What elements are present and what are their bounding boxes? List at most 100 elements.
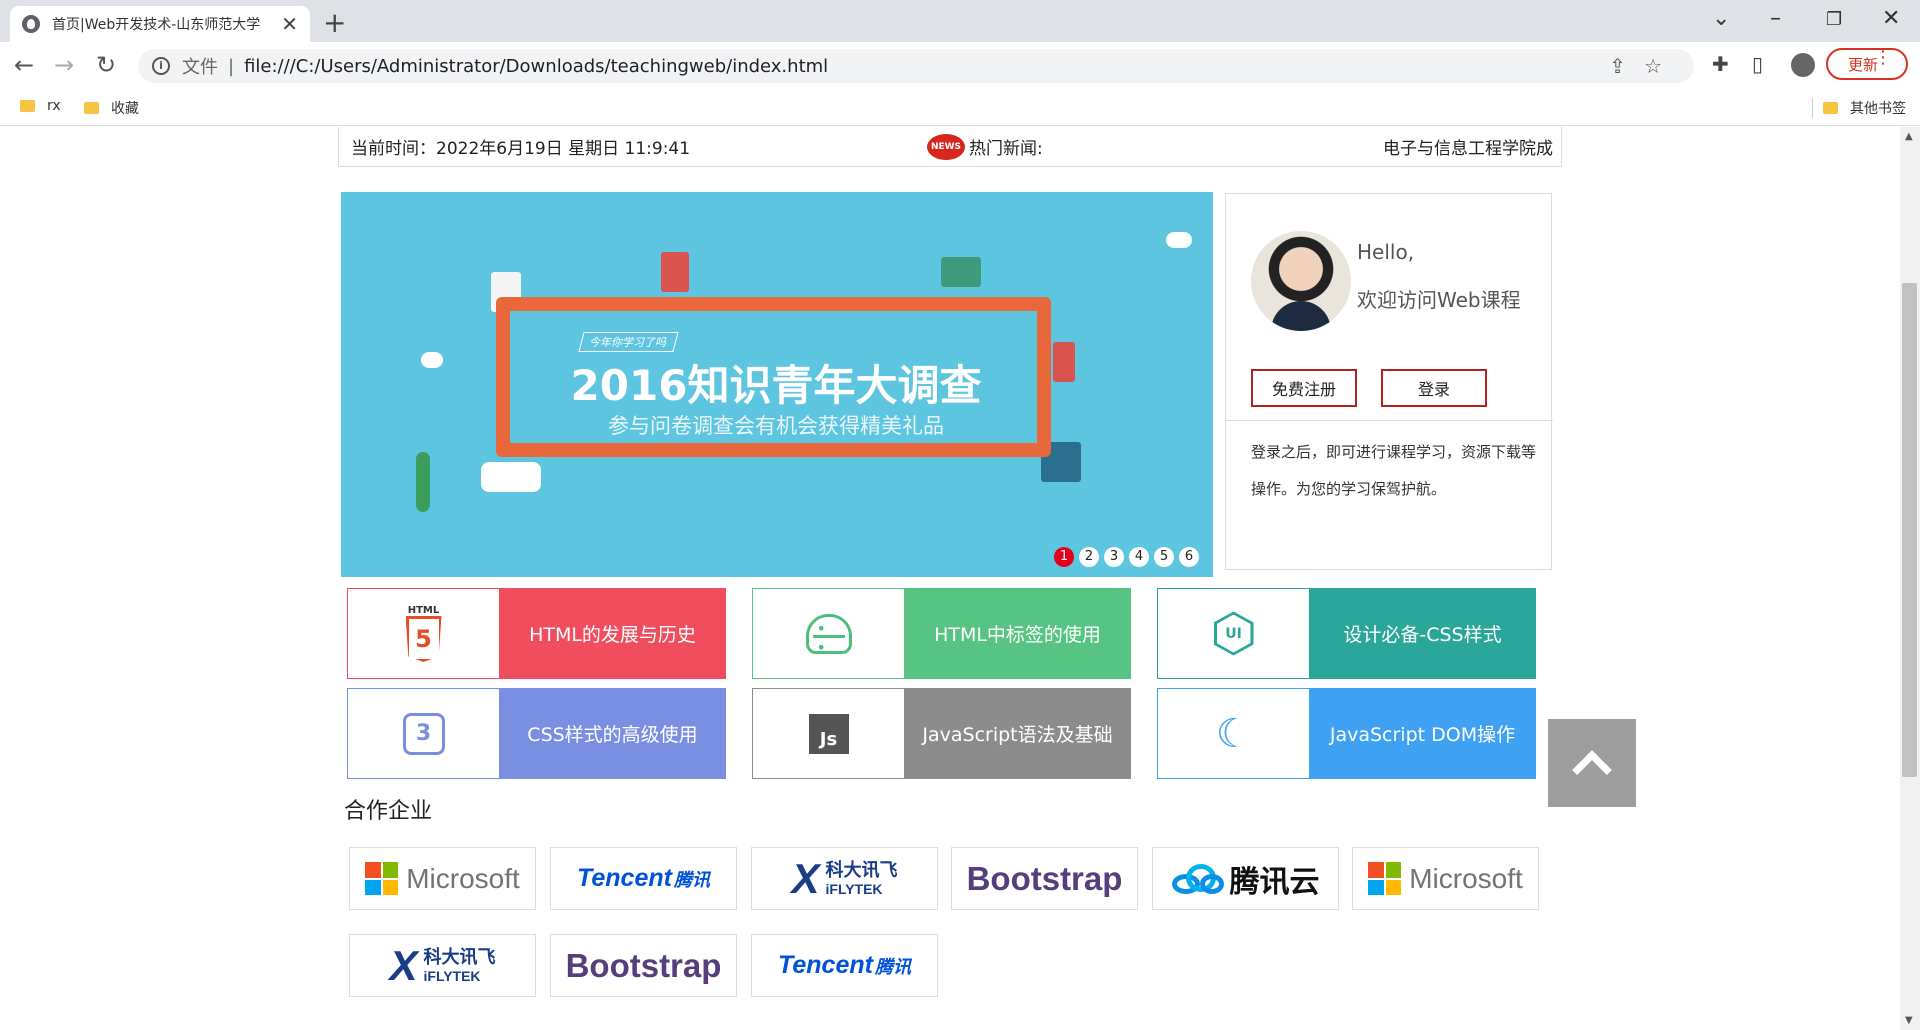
banner-carousel[interactable]: 今年你学习了吗 2016知识青年大调查 参与问卷调查会有机会获得精美礼品 1 2… bbox=[341, 192, 1213, 577]
update-button[interactable]: 更新 ⋮ bbox=[1826, 47, 1908, 80]
carousel-dot-6[interactable]: 6 bbox=[1179, 547, 1199, 567]
carousel-dot-5[interactable]: 5 bbox=[1154, 547, 1174, 567]
user-avatar bbox=[1251, 231, 1351, 331]
tree-icon bbox=[416, 452, 430, 512]
partner-logo-bootstrap-2[interactable]: Bootstrap bbox=[550, 934, 737, 997]
partner-name: Bootstrap bbox=[966, 859, 1123, 897]
iflytek-logo-icon: X bbox=[791, 854, 820, 902]
restore-icon[interactable]: ❐ bbox=[1826, 9, 1842, 30]
side-panel-icon[interactable]: ▯ bbox=[1752, 52, 1763, 76]
bookmark-label: 收藏 bbox=[111, 101, 139, 117]
partner-logo-bootstrap[interactable]: Bootstrap bbox=[951, 847, 1138, 910]
partner-name: 腾讯云 bbox=[1229, 864, 1320, 900]
partner-logo-iflytek[interactable]: X 科大讯飞 iFLYTEK bbox=[751, 847, 938, 910]
carousel-dot-1[interactable]: 1 bbox=[1054, 547, 1074, 567]
partner-name: Microsoft bbox=[1409, 862, 1523, 894]
browser-toolbar: ← → ↻ i 文件 | file:///C:/Users/Administra… bbox=[0, 42, 1920, 88]
course-label: CSS样式的高级使用 bbox=[499, 688, 726, 779]
partner-name: iFLYTEK bbox=[825, 880, 883, 897]
moon-icon: ☾ bbox=[1215, 710, 1252, 757]
info-icon[interactable]: i bbox=[152, 57, 170, 75]
bookmark-star-icon[interactable]: ☆ bbox=[1644, 54, 1680, 78]
top-info-bar: 当前时间：2022年6月19日 星期日 11:9:41 NEWS 热门新闻: 电… bbox=[338, 127, 1562, 167]
address-separator: | bbox=[228, 55, 235, 77]
cloud-icon bbox=[421, 352, 443, 368]
course-card-js-dom[interactable]: ☾ JavaScript DOM操作 bbox=[1157, 688, 1536, 779]
close-window-icon[interactable]: ✕ bbox=[1882, 6, 1900, 31]
course-label: JavaScript DOM操作 bbox=[1309, 688, 1536, 779]
globe-icon bbox=[22, 15, 40, 33]
bookmark-label: rx bbox=[47, 98, 61, 114]
browser-tab[interactable]: 首页|Web开发技术-山东师范大学 ✕ bbox=[10, 6, 310, 42]
html5-icon: 5 bbox=[405, 616, 442, 662]
carousel-pagination: 1 2 3 4 5 6 bbox=[1054, 547, 1199, 567]
tab-search-icon[interactable]: ⌄ bbox=[1712, 6, 1730, 31]
page-scrollbar[interactable]: ▲ ▼ bbox=[1900, 127, 1920, 1030]
profile-avatar-icon[interactable] bbox=[1791, 53, 1815, 77]
banner-tag: 今年你学习了吗 bbox=[578, 332, 679, 352]
hot-news: NEWS 热门新闻: bbox=[927, 133, 1043, 160]
course-icon-box: Js bbox=[752, 688, 904, 779]
partner-logo-iflytek-2[interactable]: X 科大讯飞 iFLYTEK bbox=[349, 934, 536, 997]
course-label: HTML中标签的使用 bbox=[904, 588, 1131, 679]
page-viewport: 当前时间：2022年6月19日 星期日 11:9:41 NEWS 热门新闻: 电… bbox=[0, 127, 1900, 1030]
forward-icon[interactable]: → bbox=[54, 51, 74, 79]
user-card: Hello, 欢迎访问Web课程 免费注册 登录 登录之后，即可进行课程学习，资… bbox=[1225, 193, 1553, 570]
course-card-js-basics[interactable]: Js JavaScript语法及基础 bbox=[752, 688, 1131, 779]
course-card-html-tags[interactable]: HTML中标签的使用 bbox=[752, 588, 1131, 679]
course-icon-box: UI bbox=[1157, 588, 1309, 679]
iflytek-logo-icon: X bbox=[389, 941, 418, 989]
reload-icon[interactable]: ↻ bbox=[96, 51, 116, 79]
hello-text: Hello, bbox=[1357, 240, 1415, 264]
bookmark-folder-rx[interactable]: rx bbox=[20, 98, 61, 114]
scrollbar-thumb[interactable] bbox=[1902, 283, 1917, 777]
back-to-top-button[interactable] bbox=[1548, 719, 1636, 807]
partner-logo-tencent[interactable]: Tencent 腾讯 bbox=[550, 847, 737, 910]
open-book-icon bbox=[481, 462, 541, 492]
chevron-up-icon bbox=[1572, 750, 1612, 790]
partner-logo-microsoft[interactable]: Microsoft bbox=[349, 847, 536, 910]
course-card-css-design[interactable]: UI 设计必备-CSS样式 bbox=[1157, 588, 1536, 679]
partner-name-cn: 科大讯飞 bbox=[423, 946, 496, 968]
other-bookmarks[interactable]: 其他书签 bbox=[1812, 98, 1906, 118]
close-tab-icon[interactable]: ✕ bbox=[281, 12, 298, 36]
card-divider bbox=[1226, 420, 1553, 421]
course-card-html-history[interactable]: HTML 5 HTML的发展与历史 bbox=[347, 588, 726, 679]
folder-icon bbox=[84, 102, 99, 114]
news-ticker-text[interactable]: 电子与信息工程学院成 bbox=[1383, 134, 1553, 159]
scroll-down-icon[interactable]: ▼ bbox=[1905, 1015, 1913, 1026]
partner-name: iFLYTEK bbox=[423, 967, 481, 984]
carousel-dot-4[interactable]: 4 bbox=[1129, 547, 1149, 567]
bookmarks-bar: rx 收藏 其他书签 bbox=[0, 88, 1920, 126]
carousel-dot-2[interactable]: 2 bbox=[1079, 547, 1099, 567]
carousel-dot-3[interactable]: 3 bbox=[1104, 547, 1124, 567]
scroll-up-icon[interactable]: ▲ bbox=[1905, 131, 1913, 142]
course-label: HTML的发展与历史 bbox=[499, 588, 726, 679]
address-bar[interactable]: i 文件 | file:///C:/Users/Administrator/Do… bbox=[138, 49, 1694, 83]
tencent-cloud-logo-icon bbox=[1171, 863, 1224, 894]
ui-hexagon-icon: UI bbox=[1213, 611, 1254, 656]
extensions-icon[interactable]: ✚ bbox=[1712, 52, 1729, 76]
login-button[interactable]: 登录 bbox=[1381, 369, 1487, 407]
login-description: 登录之后，即可进行课程学习，资源下载等操作。为您的学习保驾护航。 bbox=[1251, 443, 1537, 498]
address-prefix: 文件 bbox=[182, 57, 218, 78]
tab-title: 首页|Web开发技术-山东师范大学 bbox=[52, 17, 261, 33]
bookmark-folder-favorites[interactable]: 收藏 bbox=[84, 98, 139, 118]
course-label: JavaScript语法及基础 bbox=[904, 688, 1131, 779]
menu-dots-icon[interactable]: ⋮ bbox=[1874, 47, 1892, 68]
css3-icon: 3 bbox=[402, 712, 445, 755]
new-tab-icon[interactable]: + bbox=[323, 6, 346, 39]
register-button[interactable]: 免费注册 bbox=[1251, 369, 1357, 407]
partner-logo-tencent-cloud[interactable]: 腾讯云 bbox=[1152, 847, 1339, 910]
current-time: 当前时间：2022年6月19日 星期日 11:9:41 bbox=[351, 139, 691, 159]
course-card-css-advanced[interactable]: 3 CSS样式的高级使用 bbox=[347, 688, 726, 779]
minimize-icon[interactable]: – bbox=[1770, 6, 1781, 31]
partner-logo-microsoft-2[interactable]: Microsoft bbox=[1352, 847, 1539, 910]
course-icon-box: ☾ bbox=[1157, 688, 1309, 779]
address-url[interactable]: file:///C:/Users/Administrator/Downloads… bbox=[244, 56, 828, 77]
partner-logo-tencent-2[interactable]: Tencent 腾讯 bbox=[751, 934, 938, 997]
back-icon[interactable]: ← bbox=[14, 51, 34, 79]
books-icon bbox=[941, 257, 981, 287]
partners-heading: 合作企业 bbox=[344, 799, 433, 824]
share-icon[interactable]: ⇪ bbox=[1609, 54, 1644, 78]
